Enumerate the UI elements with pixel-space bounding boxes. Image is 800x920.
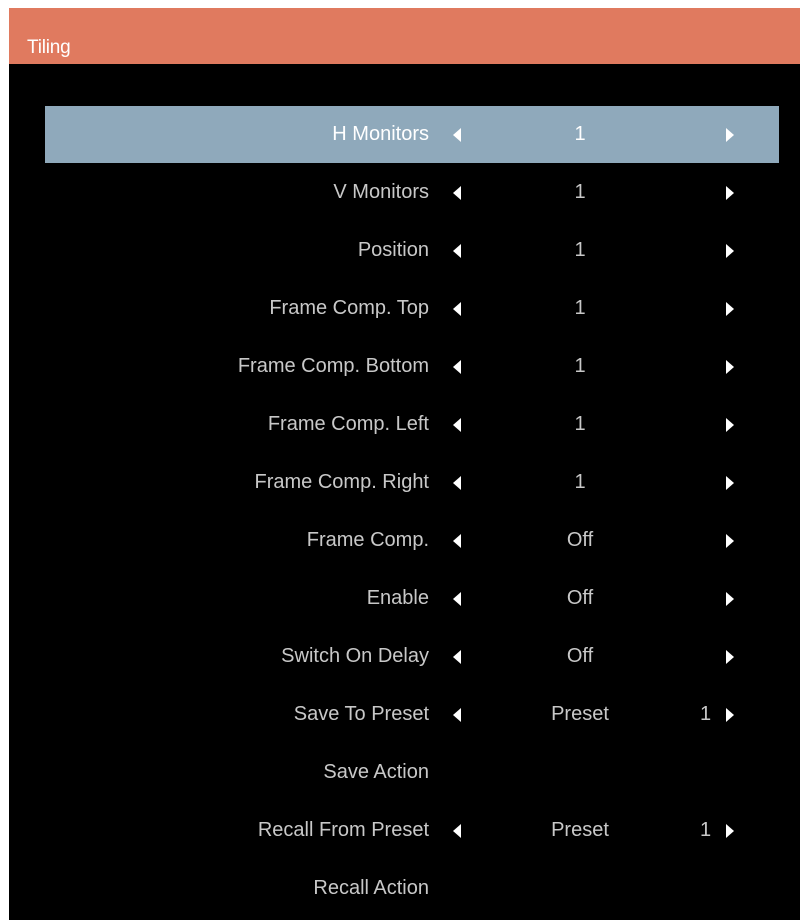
arrow-left-icon[interactable] xyxy=(453,418,461,432)
menu-item-v-monitors[interactable]: V Monitors 1 xyxy=(9,164,800,222)
arrow-right-icon[interactable] xyxy=(726,302,734,316)
arrow-left-icon[interactable] xyxy=(453,244,461,258)
menu-item-value: 1 xyxy=(574,413,586,435)
menu-item-value: Off xyxy=(566,587,594,609)
menu-item-position[interactable]: Position 1 xyxy=(9,222,800,280)
menu-item-label: V Monitors xyxy=(333,181,429,203)
arrow-left-icon[interactable] xyxy=(453,650,461,664)
menu-item-label: H Monitors xyxy=(332,123,429,145)
arrow-left-icon[interactable] xyxy=(453,708,461,722)
menu-item-enable[interactable]: Enable Off xyxy=(9,570,800,628)
menu-item-h-monitors[interactable]: H Monitors 1 xyxy=(9,106,800,164)
arrow-left-icon[interactable] xyxy=(453,476,461,490)
menu-item-save-action[interactable]: Save Action xyxy=(9,744,800,802)
menu-item-frame-comp-top[interactable]: Frame Comp. Top 1 xyxy=(9,280,800,338)
window-title: Tiling xyxy=(27,37,71,58)
arrow-right-icon[interactable] xyxy=(726,360,734,374)
menu-item-label: Save To Preset xyxy=(293,703,429,725)
menu-item-frame-comp-left[interactable]: Frame Comp. Left 1 xyxy=(9,396,800,454)
arrow-right-icon[interactable] xyxy=(726,418,734,432)
menu-item-value: 1 xyxy=(574,181,586,203)
menu-item-label: Recall Action xyxy=(313,877,429,899)
preset-number: 1 xyxy=(700,703,712,725)
arrow-left-icon[interactable] xyxy=(453,128,461,142)
menu-item-label: Frame Comp. Top xyxy=(269,297,429,319)
menu-item-value: 1 xyxy=(574,471,586,493)
arrow-left-icon[interactable] xyxy=(453,534,461,548)
menu-item-label: Enable xyxy=(366,587,429,609)
arrow-left-icon[interactable] xyxy=(453,302,461,316)
menu-item-value: 1 xyxy=(574,123,586,145)
osd-window: Tiling H Monitors 1 V Monitors 1 Positio… xyxy=(9,8,800,920)
menu-item-frame-comp-right[interactable]: Frame Comp. Right 1 xyxy=(9,454,800,512)
menu-item-value: 1 xyxy=(574,239,586,261)
title-bar: Tiling xyxy=(9,8,800,64)
arrow-right-icon[interactable] xyxy=(726,534,734,548)
menu-item-value: Off xyxy=(566,645,594,667)
menu-item-label: Position xyxy=(357,239,429,261)
arrow-right-icon[interactable] xyxy=(726,824,734,838)
arrow-left-icon[interactable] xyxy=(453,592,461,606)
arrow-left-icon[interactable] xyxy=(453,824,461,838)
arrow-right-icon[interactable] xyxy=(726,244,734,258)
arrow-right-icon[interactable] xyxy=(726,186,734,200)
arrow-right-icon[interactable] xyxy=(726,476,734,490)
arrow-left-icon[interactable] xyxy=(453,360,461,374)
menu-item-label: Frame Comp. Bottom xyxy=(237,355,429,377)
arrow-right-icon[interactable] xyxy=(726,708,734,722)
menu-item-label: Recall From Preset xyxy=(257,819,429,841)
menu-item-switch-on-delay[interactable]: Switch On Delay Off xyxy=(9,628,800,686)
menu-item-recall-action[interactable]: Recall Action xyxy=(9,860,800,918)
arrow-right-icon[interactable] xyxy=(726,592,734,606)
arrow-right-icon[interactable] xyxy=(726,650,734,664)
menu-item-save-to-preset[interactable]: Save To Preset Preset 1 xyxy=(9,686,800,744)
menu-item-label: Save Action xyxy=(323,761,429,783)
menu-item-value: 1 xyxy=(574,355,586,377)
menu-item-value: 1 xyxy=(574,297,586,319)
tiling-menu: H Monitors 1 V Monitors 1 Position 1 Fra… xyxy=(9,106,800,918)
menu-item-label: Switch On Delay xyxy=(281,645,429,667)
menu-item-recall-from-preset[interactable]: Recall From Preset Preset 1 xyxy=(9,802,800,860)
menu-item-label: Frame Comp. xyxy=(306,529,429,551)
menu-item-value: Off xyxy=(566,529,594,551)
menu-item-frame-comp-bottom[interactable]: Frame Comp. Bottom 1 xyxy=(9,338,800,396)
menu-item-frame-comp[interactable]: Frame Comp. Off xyxy=(9,512,800,570)
arrow-left-icon[interactable] xyxy=(453,186,461,200)
menu-item-value: Preset xyxy=(551,703,609,725)
menu-item-value: Preset xyxy=(551,819,609,841)
menu-item-label: Frame Comp. Right xyxy=(254,471,430,493)
menu-item-label: Frame Comp. Left xyxy=(267,413,429,435)
arrow-right-icon[interactable] xyxy=(726,128,734,142)
preset-number: 1 xyxy=(700,819,712,841)
